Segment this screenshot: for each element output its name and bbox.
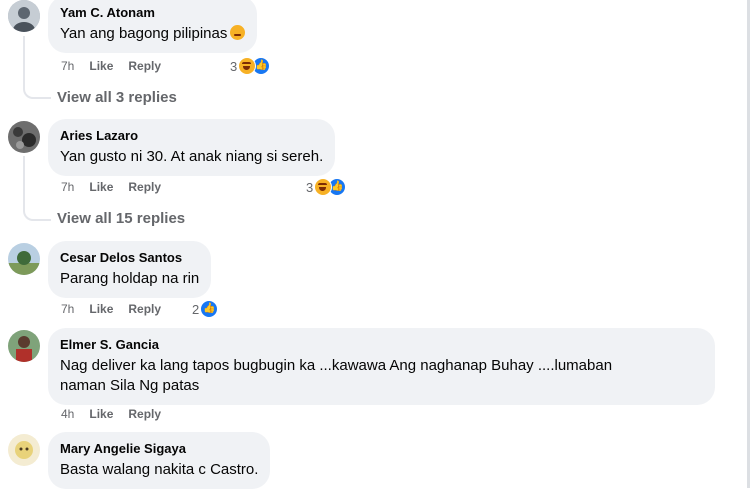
comment-bubble: Cesar Delos Santos Parang holdap na rin xyxy=(48,241,212,298)
comment-time[interactable]: 7h xyxy=(61,302,74,316)
comment-text-line-2: naman Sila Ng patas xyxy=(60,377,200,394)
commenter-name[interactable]: Cesar Delos Santos xyxy=(60,249,199,266)
comment-text: Parang holdap na rin xyxy=(60,270,200,287)
comment-text: Basta walang nakita c Castro. xyxy=(60,461,259,478)
like-button[interactable]: Like xyxy=(89,407,113,421)
avatar-photo-icon xyxy=(8,243,40,275)
avatar[interactable] xyxy=(8,121,40,153)
comment-text: Yan gusto ni 30. At anak niang si sereh. xyxy=(60,148,324,165)
comment-text-line-1: Nag deliver ka lang tapos bugbugin ka ..… xyxy=(60,357,613,374)
comment-text-body: Yan ang bagong pilipinas xyxy=(60,25,228,42)
comment-time[interactable]: 7h xyxy=(61,180,74,194)
avatar-photo-icon xyxy=(8,330,40,362)
avatar[interactable] xyxy=(8,330,40,362)
like-button[interactable]: Like xyxy=(89,180,113,194)
comment-actions: 4h Like Reply xyxy=(61,407,161,421)
comment-bubble: Elmer S. Gancia Nag deliver ka lang tapo… xyxy=(48,328,715,405)
avatar[interactable] xyxy=(8,243,40,275)
sad-emoji-icon xyxy=(230,25,246,40)
avatar[interactable] xyxy=(8,0,40,32)
like-button[interactable]: Like xyxy=(89,59,113,73)
thread-line xyxy=(23,36,25,84)
comment-time[interactable]: 7h xyxy=(61,59,74,73)
commenter-name[interactable]: Aries Lazaro xyxy=(60,127,323,144)
comment-actions: 7h Like Reply xyxy=(61,180,161,194)
comment-actions: 7h Like Reply xyxy=(61,59,161,73)
commenter-name[interactable]: Mary Angelie Sigaya xyxy=(60,440,258,457)
thread-line xyxy=(23,156,25,206)
comment-actions: 7h Like Reply xyxy=(61,302,161,316)
comment-bubble: Mary Angelie Sigaya Basta walang nakita … xyxy=(48,432,271,489)
comment-bubble: Yam C. Atonam Yan ang bagong pilipinas xyxy=(48,0,258,53)
reaction-summary[interactable]: 3 👍 xyxy=(306,178,347,196)
comment-time[interactable]: 4h xyxy=(61,407,74,421)
commenter-name[interactable]: Elmer S. Gancia xyxy=(60,336,703,353)
haha-icon xyxy=(314,178,333,196)
commenter-name[interactable]: Yam C. Atonam xyxy=(60,4,245,21)
haha-icon xyxy=(238,57,257,75)
reaction-count: 3 xyxy=(230,58,238,74)
like-button[interactable]: Like xyxy=(89,302,113,316)
reaction-summary[interactable]: 2 👍 xyxy=(192,300,219,318)
reaction-summary[interactable]: 3 👍 xyxy=(230,57,271,75)
reply-button[interactable]: Reply xyxy=(128,180,161,194)
thread-connector xyxy=(23,84,51,99)
avatar-photo-icon xyxy=(8,0,40,32)
reply-button[interactable]: Reply xyxy=(128,59,161,73)
comment-bubble: Aries Lazaro Yan gusto ni 30. At anak ni… xyxy=(48,119,336,176)
thread-connector xyxy=(23,206,51,221)
view-replies-link[interactable]: View all 15 replies xyxy=(57,210,185,227)
avatar[interactable] xyxy=(8,434,40,466)
like-icon: 👍 xyxy=(200,300,219,318)
reaction-count: 2 xyxy=(192,301,200,317)
view-replies-link[interactable]: View all 3 replies xyxy=(57,89,177,106)
avatar-photo-icon xyxy=(8,434,40,466)
reply-button[interactable]: Reply xyxy=(128,302,161,316)
reply-button[interactable]: Reply xyxy=(128,407,161,421)
reaction-count: 3 xyxy=(306,179,314,195)
avatar-photo-icon xyxy=(8,121,40,153)
comment-text: Yan ang bagong pilipinas xyxy=(60,24,246,44)
